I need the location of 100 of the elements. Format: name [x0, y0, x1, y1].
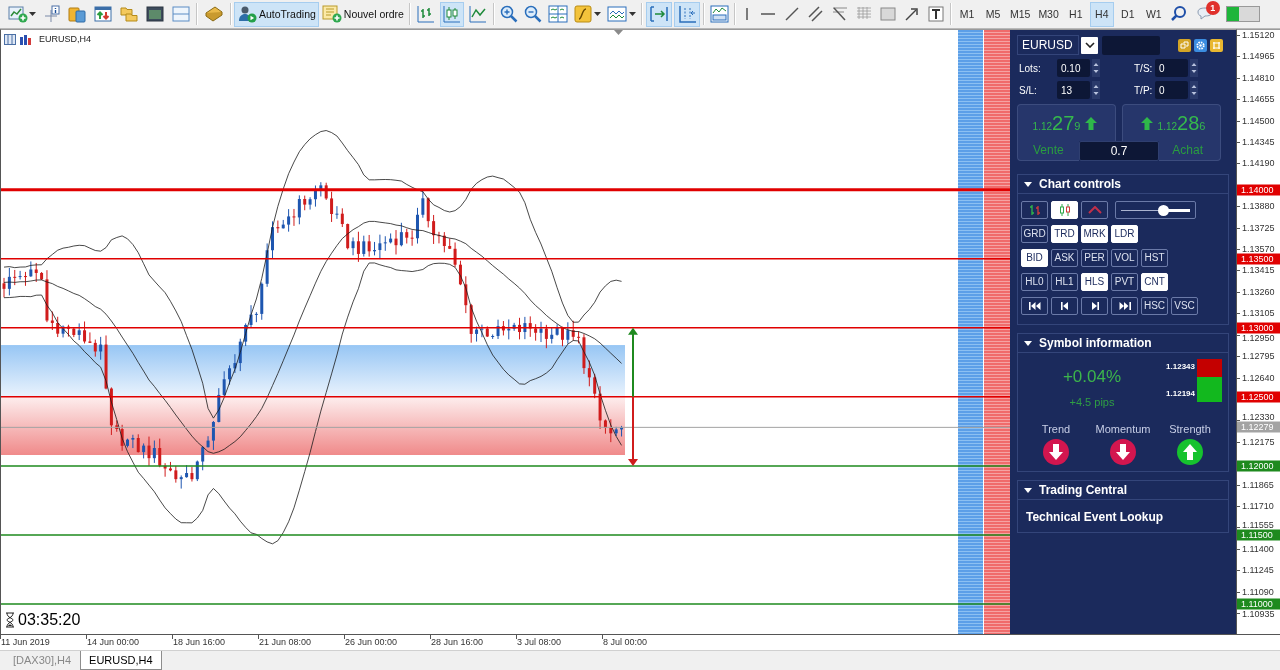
caret-down-icon[interactable] [1024, 181, 1032, 187]
sell-price-panel[interactable]: 1.12279 [1017, 104, 1116, 141]
link-icon[interactable] [1178, 38, 1191, 52]
toggle-button[interactable]: HL0 [1021, 273, 1048, 291]
toggle-button[interactable]: ASK [1051, 249, 1078, 267]
timeframe-button[interactable]: M1 [954, 1, 979, 27]
caret-icon[interactable] [628, 12, 636, 16]
section-title[interactable]: Chart controls [1039, 175, 1121, 193]
caret-down-icon[interactable] [1024, 487, 1032, 493]
timeframe-button[interactable]: H1 [1063, 1, 1088, 27]
folders-icon[interactable] [120, 5, 138, 23]
price-axis-label: 1.12795 [1242, 351, 1275, 362]
stacked-boxes-icon[interactable] [68, 5, 86, 23]
price-tag: 1.12500 [1237, 391, 1280, 403]
triangle-marker-icon [614, 30, 623, 35]
bar-chart-icon [19, 34, 32, 46]
candlestick-chart-button[interactable] [439, 1, 464, 27]
price-tag: 1.13500 [1237, 253, 1280, 265]
zoom-in-icon[interactable] [499, 5, 518, 23]
previous-button[interactable] [1051, 297, 1078, 315]
toggle-button[interactable]: GRD [1021, 225, 1048, 243]
number-field[interactable]: 0 [1155, 81, 1188, 99]
volume-field[interactable]: 0.7 [1079, 141, 1159, 161]
toggle-button[interactable]: BID [1021, 249, 1048, 267]
chart-properties-icon[interactable] [709, 5, 729, 23]
number-field[interactable]: 0 [1155, 59, 1188, 77]
autoscroll-button[interactable] [645, 1, 672, 27]
caret-down-icon[interactable] [1024, 340, 1032, 346]
toggle-button[interactable]: MRK [1081, 225, 1108, 243]
section-title[interactable]: Trading Central [1039, 481, 1127, 499]
input-field[interactable] [1102, 35, 1160, 55]
bar-chart-button[interactable] [1021, 201, 1048, 219]
toggle-button[interactable]: TRD [1051, 225, 1078, 243]
new-chart-icon[interactable] [8, 5, 28, 23]
menu-link[interactable]: Technical Event Lookup [1026, 508, 1220, 526]
line-chart-button[interactable] [1081, 201, 1108, 219]
toggle-button[interactable]: VOL [1111, 249, 1138, 267]
timeframe-button[interactable]: M30 [1035, 1, 1062, 27]
price-axis-label: 1.11865 [1242, 479, 1274, 490]
price-axis-label: 1.13415 [1242, 265, 1275, 276]
new-order-button[interactable]: Nouvel ordre [318, 1, 407, 27]
tile-windows-icon[interactable] [547, 5, 568, 23]
toggle-button[interactable]: LDR [1111, 225, 1138, 243]
chart-shift-button[interactable] [673, 1, 700, 27]
grid-icon[interactable] [1210, 38, 1223, 52]
toggle-button[interactable]: CNT [1141, 273, 1168, 291]
spinner-icon[interactable] [1190, 81, 1198, 99]
symbol-select[interactable]: EURUSD [1017, 35, 1079, 55]
spinner-icon[interactable] [1092, 81, 1100, 99]
toggle-button[interactable]: PVT [1111, 273, 1138, 291]
last-page-button[interactable] [1111, 297, 1138, 315]
price-tag: 1.12000 [1237, 460, 1280, 472]
ingot-icon[interactable] [204, 5, 224, 23]
template-icon[interactable] [606, 5, 627, 23]
toggle-button[interactable]: HST [1141, 249, 1168, 267]
time-axis-label: 8 Jul 00:00 [603, 637, 648, 647]
next-button[interactable] [1081, 297, 1108, 315]
timeframe-button[interactable]: M15 [1006, 1, 1034, 27]
buy-price-panel[interactable]: 1.12286 [1122, 104, 1221, 141]
toggle-button[interactable]: VSC [1171, 297, 1198, 315]
monitor-icon[interactable] [146, 5, 164, 23]
arrows-window-icon[interactable] [94, 5, 112, 23]
toggle-button[interactable]: HLS [1081, 273, 1108, 291]
spinner-icon[interactable] [1190, 59, 1198, 77]
slider-track[interactable] [1115, 201, 1196, 219]
function-icon[interactable] [573, 5, 592, 23]
channel-icon[interactable] [806, 5, 825, 23]
section-title[interactable]: Symbol information [1039, 334, 1152, 352]
chart-tab[interactable]: EURUSD,H4 [80, 651, 162, 670]
search-icon[interactable] [1169, 5, 1188, 23]
spinner-icon[interactable] [1092, 59, 1100, 77]
gear-icon[interactable] [1194, 38, 1207, 52]
price-axis-label: 1.13260 [1242, 286, 1275, 297]
caret-icon[interactable] [29, 12, 36, 16]
crosshair-icon[interactable] [44, 5, 60, 23]
zoom-out-icon[interactable] [523, 5, 542, 23]
dropdown-button[interactable] [1081, 36, 1098, 54]
change-pips: +4.5 pips [1069, 396, 1115, 409]
timeframe-button[interactable]: W1 [1141, 1, 1166, 27]
slider-thumb[interactable] [1158, 205, 1170, 216]
toggle-button[interactable]: HSC [1141, 297, 1168, 315]
chart-title: EURUSD,H4 [39, 33, 91, 46]
countdown-timer: 03:35:20 [18, 611, 81, 629]
toggle-button[interactable]: HL1 [1051, 273, 1078, 291]
first-page-button[interactable] [1021, 297, 1048, 315]
fibonacci-icon[interactable] [830, 5, 849, 23]
price-axis-label: 1.11090 [1242, 586, 1274, 597]
text-tool-icon[interactable] [926, 5, 945, 23]
price-axis-label: 1.11555 [1242, 519, 1274, 530]
caret-icon[interactable] [593, 12, 601, 16]
price-axis-label: 1.15120 [1242, 30, 1275, 40]
timeframe-button[interactable]: M5 [980, 1, 1005, 27]
timeframe-button[interactable]: D1 [1115, 1, 1140, 27]
time-axis-label: 21 Jun 08:00 [259, 637, 312, 647]
autotrading-button[interactable]: AutoTrading [234, 1, 319, 27]
number-field[interactable]: 0.10 [1057, 59, 1090, 77]
price-axis-label: 1.13105 [1242, 308, 1275, 319]
toggle-button[interactable]: PER [1081, 249, 1108, 267]
number-field[interactable]: 13 [1057, 81, 1090, 99]
timeframe-button[interactable]: H4 [1089, 1, 1114, 27]
